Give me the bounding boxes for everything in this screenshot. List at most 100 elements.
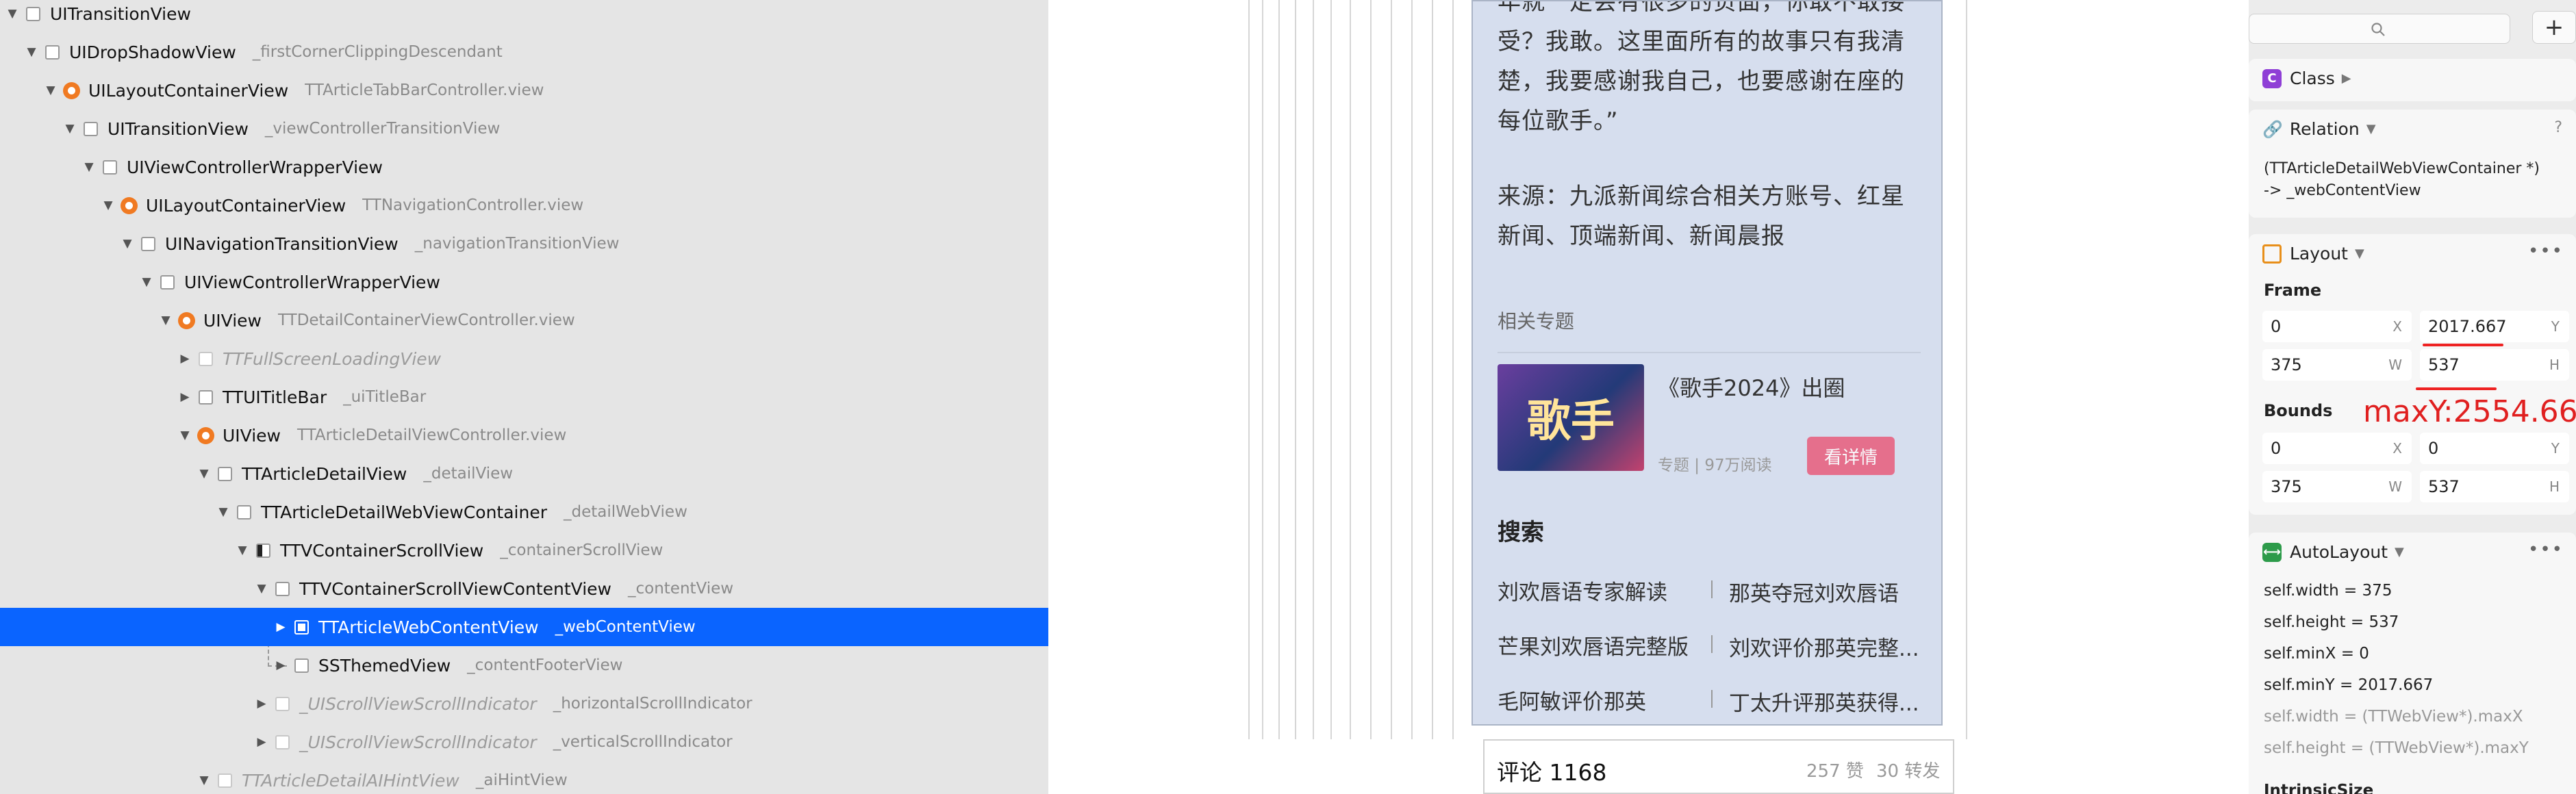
disclosure-expanded-icon[interactable]: ▼ — [234, 542, 251, 559]
disclosure-expanded-icon[interactable]: ▼ — [177, 427, 193, 444]
tree-row[interactable]: ▼ UIView TTDetailContainerViewController.… — [0, 301, 1048, 340]
topic-thumbnail[interactable]: 歌手 — [1498, 364, 1644, 471]
more-options-icon[interactable]: ••• — [2528, 241, 2564, 261]
repost-count[interactable]: 30 转发 — [1876, 757, 1940, 782]
view-outline — [1411, 0, 1413, 739]
tree-row[interactable]: ▼ UIDropShadowView _firstCornerClippingDe… — [0, 33, 1048, 71]
disclosure-collapsed-icon[interactable]: ▶ — [177, 389, 193, 405]
view-details-button[interactable]: 看详情 — [1807, 437, 1895, 475]
disclosure-collapsed-icon[interactable]: ▶ — [273, 657, 289, 674]
view-icon — [275, 734, 290, 750]
tree-row[interactable]: ▼ TTVContainerScrollView _containerScroll… — [0, 531, 1048, 569]
disclosure-expanded-icon[interactable]: ▼ — [42, 82, 59, 99]
relation-header[interactable]: 🔗 Relation ▼ — [2262, 119, 2376, 139]
bounds-x-field[interactable]: 0X — [2262, 433, 2412, 464]
search-suggestion[interactable]: 那英夺冠刘欢唇语 — [1729, 576, 1899, 607]
tree-row[interactable]: ▼ TTArticleDetailView _detailView — [0, 454, 1048, 493]
view-controller-icon — [178, 311, 195, 329]
disclosure-expanded-icon[interactable]: ▼ — [100, 197, 116, 214]
view-icon — [141, 236, 155, 251]
inspector-panel: + C Class ▶ 🔗 Relation ▼ ? (TTArticleDet… — [2249, 0, 2576, 794]
view-icon — [199, 389, 213, 405]
chevron-down-icon: ▼ — [2355, 246, 2364, 261]
view-icon — [84, 121, 98, 136]
class-section[interactable]: C Class ▶ — [2249, 59, 2576, 101]
search-field[interactable] — [2249, 14, 2510, 44]
disclosure-expanded-icon[interactable]: ▼ — [4, 5, 21, 22]
tree-row[interactable]: ▼ UILayoutContainerView TTArticleTabBarCo… — [0, 71, 1048, 110]
disclosure-collapsed-icon[interactable]: ▶ — [177, 350, 193, 367]
search-suggestion[interactable]: 刘欢评价那英完整... — [1729, 631, 1919, 662]
tree-row[interactable]: ▼ UIViewControllerWrapperView — [0, 263, 1048, 301]
bounds-width-field[interactable]: 375 W — [2262, 471, 2412, 502]
disclosure-collapsed-icon[interactable]: ▶ — [253, 695, 270, 712]
disclosure-expanded-icon[interactable]: ▼ — [215, 504, 231, 520]
search-suggestion[interactable]: 毛阿敏评价那英 — [1498, 684, 1646, 715]
view-controller-icon — [121, 196, 138, 214]
disclosure-expanded-icon[interactable]: ▼ — [62, 120, 78, 137]
more-options-icon[interactable]: ••• — [2528, 539, 2564, 560]
disclosure-expanded-icon[interactable]: ▼ — [196, 465, 212, 482]
help-icon[interactable]: ? — [2554, 119, 2564, 136]
layout-header[interactable]: Layout ▼ — [2262, 244, 2364, 264]
frame-label: Frame — [2264, 281, 2322, 300]
tree-row[interactable]: ▼ UILayoutContainerView TTNavigationContr… — [0, 186, 1048, 225]
frame-y-field[interactable]: 2017.667 Y — [2420, 311, 2569, 342]
tree-row[interactable]: ▼ UITransitionView — [0, 0, 1048, 33]
disclosure-expanded-icon[interactable]: ▼ — [253, 580, 270, 597]
web-content-view-preview[interactable]: 年就一定会有很多的负面，你敢不敢接受？我敢。这里面所有的故事只有我清楚，我要感谢… — [1472, 0, 1943, 726]
frame-width-field[interactable]: 375 W — [2262, 349, 2412, 381]
like-count[interactable]: 257 赞 — [1806, 757, 1864, 782]
tree-row[interactable]: ▼ TTArticleDetailWebViewContainer _detail… — [0, 493, 1048, 531]
tree-row[interactable]: ▶ SSThemedView _contentFooterView — [0, 646, 1048, 684]
add-button[interactable]: + — [2532, 11, 2576, 44]
tree-row[interactable]: ▼ TTVContainerScrollViewContentView _cont… — [0, 569, 1048, 608]
link-icon: 🔗 — [2262, 119, 2283, 139]
tree-row[interactable]: ▶ TTFullScreenLoadingView — [0, 340, 1048, 378]
constraint-line: self.width = (TTWebView*).maxX — [2264, 708, 2523, 726]
disclosure-expanded-icon[interactable]: ▼ — [196, 772, 212, 789]
search-suggestion[interactable]: 刘欢唇语专家解读 — [1498, 575, 1667, 606]
annotation-underline — [2423, 344, 2503, 346]
bounds-height-field[interactable]: 537 H — [2420, 471, 2569, 502]
search-suggestion[interactable]: 丁太升评那英获得... — [1729, 686, 1919, 717]
autolayout-section: ⟷ AutoLayout ▼ ••• self.width = 375 self… — [2249, 533, 2576, 794]
topic-title[interactable]: 《歌手2024》出圈 — [1658, 371, 1845, 402]
tree-row[interactable]: ▶ _UIScrollViewScrollIndicator _horizonta… — [0, 684, 1048, 723]
view-outline — [1248, 0, 1250, 739]
disclosure-expanded-icon[interactable]: ▼ — [138, 274, 155, 290]
view-outline — [1391, 0, 1392, 739]
disclosure-expanded-icon[interactable]: ▼ — [157, 312, 174, 329]
comment-bar[interactable]: 评论 1168 257 赞 30 转发 — [1483, 739, 1954, 794]
tree-row[interactable]: ▼ TTArticleDetailAIHintView _aiHintView — [0, 761, 1048, 794]
tree-row[interactable]: ▼ UIViewControllerWrapperView — [0, 148, 1048, 186]
autolayout-header[interactable]: ⟷ AutoLayout ▼ — [2262, 542, 2404, 562]
view-controller-icon — [197, 426, 214, 444]
view-outline — [1262, 0, 1263, 739]
relation-text: -> _webContentView — [2264, 182, 2421, 199]
intrinsic-size-label: IntrinsicSize — [2264, 782, 2374, 794]
disclosure-expanded-icon[interactable]: ▼ — [119, 235, 136, 252]
search-suggestion[interactable]: 芒果刘欢唇语完整版 — [1498, 630, 1689, 661]
frame-x-field[interactable]: 0X — [2262, 311, 2412, 342]
chevron-right-icon: ▶ — [2341, 71, 2351, 86]
disclosure-expanded-icon[interactable]: ▼ — [81, 159, 97, 175]
class-header[interactable]: C Class ▶ — [2262, 68, 2351, 88]
view-outline — [1350, 0, 1351, 739]
constraint-line: self.width = 375 — [2264, 582, 2392, 600]
disclosure-collapsed-icon[interactable]: ▶ — [253, 734, 270, 750]
tree-row[interactable]: ▼ UITransitionView _viewControllerTransit… — [0, 110, 1048, 148]
tree-row[interactable]: ▼ UINavigationTransitionView _navigationT… — [0, 225, 1048, 263]
tree-row[interactable]: ▶ TTUITitleBar _uiTitleBar — [0, 378, 1048, 416]
view-icon — [218, 773, 232, 788]
comment-count[interactable]: 评论 1168 — [1497, 754, 1606, 787]
scroll-view-icon — [256, 543, 270, 558]
view-canvas[interactable]: 年就一定会有很多的负面，你敢不敢接受？我敢。这里面所有的故事只有我清楚，我要感谢… — [1048, 0, 2249, 794]
bounds-y-field[interactable]: 0Y — [2420, 433, 2569, 464]
tree-row[interactable]: ▶ _UIScrollViewScrollIndicator _verticalS… — [0, 723, 1048, 761]
disclosure-collapsed-icon[interactable]: ▶ — [273, 619, 289, 635]
tree-row[interactable]: ▼ UIView TTArticleDetailViewController.vi… — [0, 416, 1048, 454]
frame-height-field[interactable]: 537 H — [2420, 349, 2569, 381]
tree-row-selected[interactable]: ▶ TTArticleWebContentView _webContentView — [0, 608, 1048, 646]
disclosure-expanded-icon[interactable]: ▼ — [23, 44, 40, 60]
